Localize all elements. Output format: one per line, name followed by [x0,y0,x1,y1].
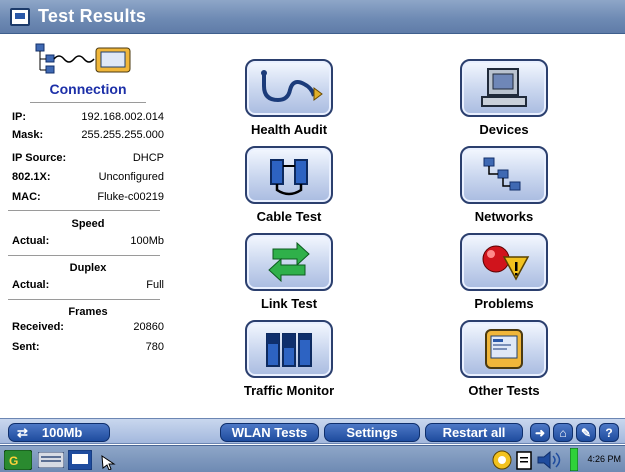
problems-icon [482,245,530,281]
screen-icon[interactable] [68,450,92,470]
link-test-label: Link Test [260,296,318,311]
speed-heading: Speed [71,218,105,230]
field-label: 802.1X: [12,171,51,183]
frames-heading: Frames [68,306,108,318]
connection-icon [35,43,131,74]
field-mask: Mask: 255.255.255.000 [12,129,164,143]
computer-icon [481,68,527,107]
cursor-icon [101,455,116,470]
field-value: 100Mb [130,235,164,247]
speaker-icon[interactable] [536,450,562,470]
field-value: 20860 [133,321,164,333]
connection-title: Connection [49,81,127,97]
title-bar: Test Results [0,0,625,34]
traffic-monitor-label: Traffic Monitor [243,383,335,398]
duplex-heading: Duplex [69,262,107,274]
clipboard-icon [516,451,532,470]
other-tests-icon [485,329,523,369]
traffic-monitor-button[interactable] [245,320,333,378]
svg-text:G: G [9,454,18,468]
field-label: Sent: [12,341,40,353]
field-ip: IP: 192.168.002.014 [12,111,164,125]
network-icon [483,157,521,191]
link-arrows-icon: ⇄ [17,424,28,440]
home-button[interactable]: ⌂ [553,423,573,442]
field-label: Actual: [12,235,50,247]
field-value: Unconfigured [98,171,164,183]
window-title: Test Results [38,6,147,26]
field-ip-source: IP Source: DHCP [12,152,164,166]
help-button[interactable]: ? [599,423,619,442]
link-speed-button[interactable]: ⇄ 100Mb [8,423,110,442]
field-label: Mask: [12,129,44,141]
back-arrow-icon: ➜ [534,425,546,440]
stethoscope-icon [261,70,323,103]
health-audit-label: Health Audit [250,122,328,137]
settings-button[interactable]: Settings [324,423,420,442]
battery-icon [570,448,578,471]
status-toolbar: ⇄ 100Mb WLAN Tests Settings Restart all … [0,418,625,444]
connection-panel: Connection IP: 192.168.002.014 Mask: 255… [8,38,168,416]
wrench-icon: ✎ [580,425,592,440]
networks-button[interactable] [460,146,548,204]
divider [8,210,160,211]
help-label: ? [605,425,613,440]
back-button[interactable]: ➜ [530,423,550,442]
keyboard-icon[interactable] [38,452,64,468]
field-label: IP Source: [12,152,67,164]
field-frames-sent: Sent: 780 [12,341,164,355]
taskbar: G 4:26 PM [0,445,625,472]
field-value: Fluke-c00219 [97,191,164,203]
field-speed-actual: Actual: 100Mb [12,235,164,249]
health-audit-button[interactable] [245,59,333,117]
status-indicator-icon [492,450,512,470]
cable-icon [270,159,308,196]
field-value: 780 [145,341,164,353]
cable-test-button[interactable] [245,146,333,204]
wlan-tests-button[interactable]: WLAN Tests [220,423,319,442]
divider [8,299,160,300]
window-icon [10,7,30,26]
other-tests-label: Other Tests [468,383,540,398]
traffic-bars-icon [266,333,312,367]
problems-label: Problems [474,296,534,311]
field-duplex-actual: Actual: Full [12,279,164,293]
cable-test-label: Cable Test [256,209,322,224]
devices-label: Devices [479,122,529,137]
networks-label: Networks [474,209,534,224]
start-icon[interactable]: G [4,450,32,470]
field-label: Received: [12,321,64,333]
problems-button[interactable] [460,233,548,291]
restart-all-button[interactable]: Restart all [425,423,523,442]
field-label: MAC: [12,191,41,203]
field-value: Full [146,279,164,291]
link-arrows-icon [268,241,310,283]
field-label: IP: [12,111,27,123]
field-label: Actual: [12,279,50,291]
other-tests-button[interactable] [460,320,548,378]
field-value: DHCP [132,152,164,164]
divider [30,102,146,103]
tools-button[interactable]: ✎ [576,423,596,442]
field-value: 192.168.002.014 [81,111,164,123]
home-icon: ⌂ [559,425,567,440]
link-speed-label: 100Mb [41,425,83,440]
field-frames-received: Received: 20860 [12,321,164,335]
field-value: 255.255.255.000 [81,129,164,141]
clock: 4:26 PM [587,454,621,464]
divider [8,255,160,256]
devices-button[interactable] [460,59,548,117]
field-mac: MAC: Fluke-c00219 [12,191,164,205]
field-8021x: 802.1X: Unconfigured [12,171,164,185]
link-test-button[interactable] [245,233,333,291]
